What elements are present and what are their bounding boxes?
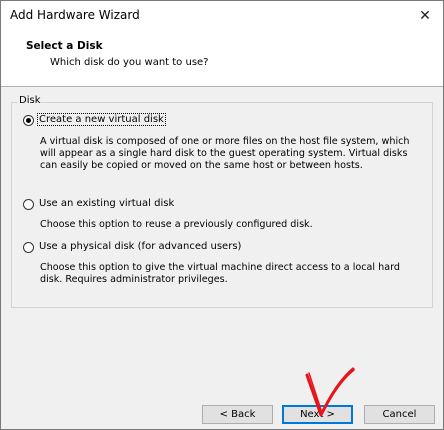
page-subtitle: Which disk do you want to use? bbox=[50, 57, 209, 68]
window-title: Add Hardware Wizard bbox=[10, 8, 140, 22]
option-use-existing-disk-label[interactable]: Use an existing virtual disk bbox=[38, 198, 175, 209]
option-use-existing-disk-description: Choose this option to reuse a previously… bbox=[40, 219, 313, 230]
back-button[interactable]: < Back bbox=[202, 405, 273, 424]
next-button[interactable]: Next > bbox=[282, 405, 353, 424]
wizard-header: Select a Disk Which disk do you want to … bbox=[1, 31, 443, 87]
wizard-window: Add Hardware Wizard ✕ Select a Disk Whic… bbox=[0, 0, 444, 430]
radio-use-existing-disk[interactable] bbox=[23, 199, 34, 210]
radio-create-new-disk[interactable] bbox=[23, 115, 34, 126]
option-use-physical-disk-label[interactable]: Use a physical disk (for advanced users) bbox=[38, 241, 242, 252]
page-title: Select a Disk bbox=[26, 40, 103, 52]
title-bar: Add Hardware Wizard ✕ bbox=[1, 1, 443, 31]
option-create-new-disk-description: A virtual disk is composed of one or mor… bbox=[40, 136, 410, 171]
cancel-button[interactable]: Cancel bbox=[364, 405, 435, 424]
option-use-physical-disk-description: Choose this option to give the virtual m… bbox=[40, 262, 400, 285]
option-create-new-disk-label[interactable]: Create a new virtual disk bbox=[37, 113, 166, 126]
close-icon[interactable]: ✕ bbox=[415, 6, 435, 26]
radio-use-physical-disk[interactable] bbox=[23, 242, 34, 253]
disk-group-label: Disk bbox=[18, 95, 42, 106]
